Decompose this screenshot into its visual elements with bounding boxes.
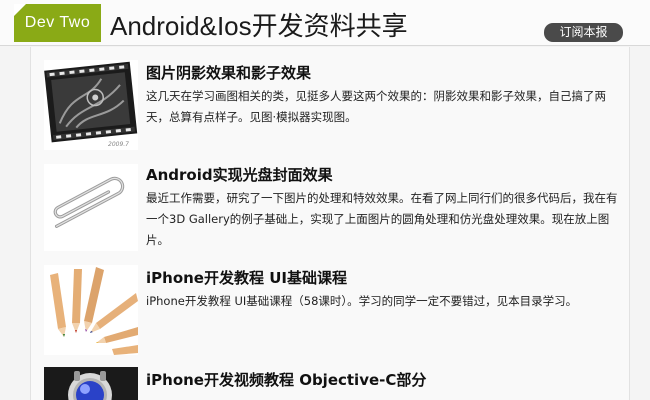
colored-pencils-icon bbox=[44, 265, 138, 355]
list-item: Android实现光盘封面效果 最近工作需要，研究了一下图片的处理和特效效果。在… bbox=[31, 162, 631, 257]
site-header: Dev Two Android&Ios开发资料共享 订阅本报 bbox=[0, 0, 650, 46]
article-list: 2009.7 图片阴影效果和影子效果 这几天在学习画图相关的类，见挺多人要这两个… bbox=[30, 47, 630, 400]
list-item: iPhone开发视频教程 Objective-C部分 bbox=[31, 367, 631, 400]
subscribe-button[interactable]: 订阅本报 bbox=[544, 23, 623, 42]
site-title: Android&Ios开发资料共享 bbox=[110, 11, 408, 41]
article-thumbnail[interactable] bbox=[44, 265, 138, 355]
article-summary: 这几天在学习画图相关的类，见挺多人要这两个效果的：阴影效果和影子效果，自己搞了两… bbox=[146, 89, 606, 124]
film-frame-icon: 2009.7 bbox=[44, 60, 138, 150]
article-title[interactable]: iPhone开发视频教程 Objective-C部分 bbox=[146, 369, 426, 390]
logo-text: Dev Two bbox=[24, 14, 91, 31]
article-thumbnail[interactable]: 2009.7 bbox=[44, 60, 138, 150]
article-title[interactable]: 图片阴影效果和影子效果 bbox=[146, 62, 311, 83]
list-item: 2009.7 图片阴影效果和影子效果 这几天在学习画图相关的类，见挺多人要这两个… bbox=[31, 60, 631, 155]
paperclip-icon bbox=[44, 164, 138, 251]
dev-two-logo[interactable]: Dev Two bbox=[14, 4, 101, 42]
article-thumbnail[interactable] bbox=[44, 367, 138, 400]
list-item: iPhone开发教程 UI基础课程 iPhone开发教程 UI基础课程（58课时… bbox=[31, 265, 631, 355]
article-title[interactable]: Android实现光盘封面效果 bbox=[146, 164, 333, 185]
article-thumbnail[interactable] bbox=[44, 164, 138, 251]
article-summary: 最近工作需要，研究了一下图片的处理和特效效果。在看了网上同行们的很多代码后，我在… bbox=[146, 191, 618, 247]
blue-ball-icon bbox=[44, 367, 138, 400]
thumbnail-caption: 2009.7 bbox=[108, 141, 129, 148]
article-title[interactable]: iPhone开发教程 UI基础课程 bbox=[146, 267, 347, 288]
article-summary: iPhone开发教程 UI基础课程（58课时）。学习的同学一定不要错过，见本目录… bbox=[146, 294, 578, 308]
